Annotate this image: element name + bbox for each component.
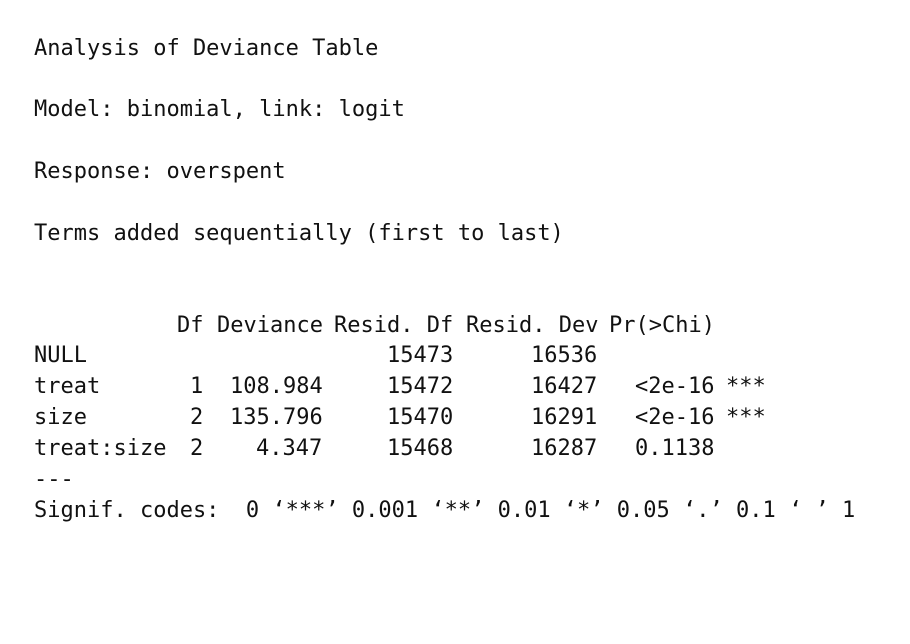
row-df: 2 (190, 405, 204, 430)
model-line: Model: binomial, link: logit (34, 97, 405, 122)
row-resid-df: 15472 (387, 374, 454, 399)
table-row: treat 1 108.984 15472 16427 <2e-16 *** (34, 374, 894, 400)
table-row: NULL 15473 16536 (34, 343, 894, 369)
row-resid-dev: 16287 (531, 436, 598, 461)
row-term: treat (34, 374, 101, 399)
header-resid-dev: Resid. Dev (466, 313, 599, 338)
row-resid-df: 15473 (387, 343, 454, 368)
row-deviance: 135.796 (230, 405, 323, 430)
row-df: 1 (190, 374, 204, 399)
row-resid-dev: 16291 (531, 405, 598, 430)
table-row: treat:size 2 4.347 15468 16287 0.1138 (34, 436, 894, 462)
row-resid-df: 15470 (387, 405, 454, 430)
row-pval: 0.1138 (635, 436, 715, 461)
row-term: NULL (34, 343, 87, 368)
header-df: Df (177, 313, 204, 338)
r-console-output: Analysis of Deviance Table Model: binomi… (34, 0, 894, 580)
row-deviance: 4.347 (256, 436, 323, 461)
row-pval: <2e-16 (635, 374, 715, 399)
header-deviance: Deviance (217, 313, 323, 338)
signif-codes-line: Signif. codes: 0 ‘***’ 0.001 ‘**’ 0.01 ‘… (34, 498, 856, 523)
row-resid-df: 15468 (387, 436, 454, 461)
header-resid-df: Resid. Df (334, 313, 454, 338)
row-resid-dev: 16427 (531, 374, 598, 399)
table-header: Df Deviance Resid. Df Resid. Dev Pr(>Chi… (34, 313, 894, 339)
row-signif: *** (726, 405, 766, 430)
separator-line: --- (34, 467, 74, 492)
row-df: 2 (190, 436, 204, 461)
header-pval: Pr(>Chi) (609, 313, 715, 338)
row-term: treat:size (34, 436, 167, 461)
row-deviance: 108.984 (230, 374, 323, 399)
row-signif: *** (726, 374, 766, 399)
row-pval: <2e-16 (635, 405, 715, 430)
row-term: size (34, 405, 87, 430)
terms-line: Terms added sequentially (first to last) (34, 221, 564, 246)
table-title: Analysis of Deviance Table (34, 36, 379, 61)
table-row: size 2 135.796 15470 16291 <2e-16 *** (34, 405, 894, 431)
row-resid-dev: 16536 (531, 343, 598, 368)
response-line: Response: overspent (34, 159, 286, 184)
